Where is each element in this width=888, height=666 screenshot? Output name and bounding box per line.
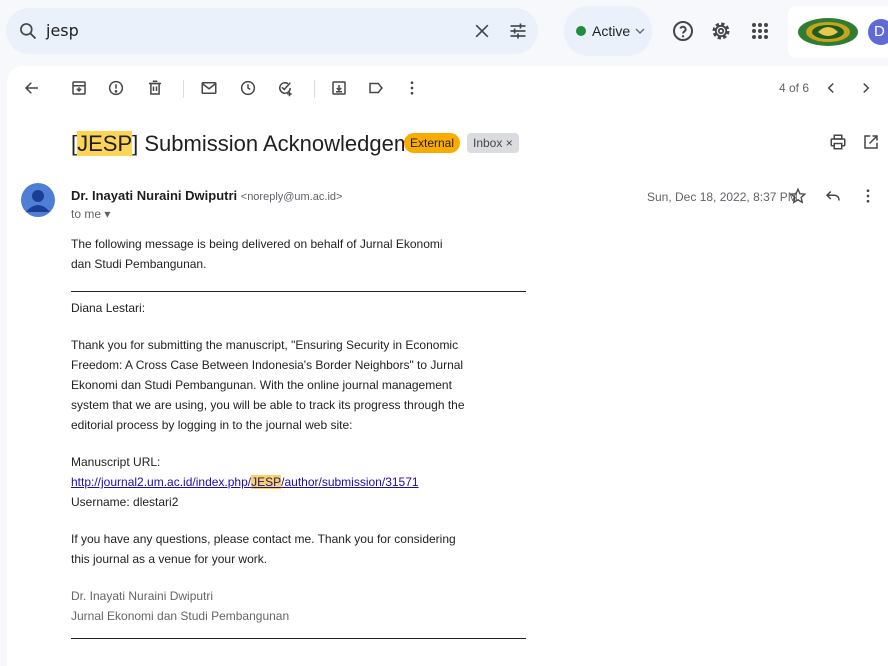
- gear-icon[interactable]: [709, 19, 733, 43]
- status-dot: [576, 26, 586, 36]
- print-icon[interactable]: [829, 133, 847, 151]
- url-prefix[interactable]: http://journal2.um.ac.id/index.php/: [71, 475, 251, 489]
- label-icon[interactable]: [367, 79, 385, 97]
- open-new-window-icon[interactable]: [862, 133, 880, 151]
- more-vert-icon[interactable]: [859, 187, 877, 205]
- closing-text: If you have any questions, please contac…: [71, 532, 456, 566]
- greeting-text: Diana Lestari:: [71, 301, 146, 315]
- email-subject: [JESP] Submission Acknowledgement: [71, 130, 443, 158]
- status-label: Active: [592, 23, 631, 39]
- divider-line: [71, 291, 526, 292]
- top-bar: jesp Active D: [0, 0, 888, 64]
- arrow-left-icon[interactable]: [23, 79, 41, 97]
- email-body: The following message is being delivered…: [71, 234, 531, 639]
- divider-line: [71, 638, 526, 639]
- manuscript-label: Manuscript URL:: [71, 455, 161, 469]
- reply-icon[interactable]: [824, 187, 842, 205]
- apps-grid-icon[interactable]: [748, 19, 772, 43]
- sender-email: <noreply@um.ac.id>: [240, 191, 343, 203]
- toolbar-divider: [183, 80, 184, 98]
- manuscript-url[interactable]: http://journal2.um.ac.id/index.php/JESP/…: [71, 475, 419, 489]
- report-spam-icon[interactable]: [107, 79, 125, 97]
- organization-logo: [796, 16, 860, 48]
- intro-text: The following message is being delivered…: [71, 237, 443, 271]
- subject-highlight: JESP: [77, 131, 133, 156]
- account-avatar[interactable]: D: [868, 19, 888, 45]
- chevron-down-icon: [635, 26, 645, 36]
- help-icon[interactable]: [671, 19, 695, 43]
- archive-icon[interactable]: [70, 79, 88, 97]
- toolbar-divider: [314, 80, 315, 98]
- account-card[interactable]: D: [788, 6, 888, 58]
- search-bar[interactable]: jesp: [6, 8, 538, 54]
- search-icon[interactable]: [18, 21, 38, 41]
- status-selector[interactable]: Active: [564, 6, 652, 56]
- more-vert-icon[interactable]: [403, 79, 421, 97]
- message-toolbar: 4 of 6: [7, 66, 888, 112]
- close-icon[interactable]: [472, 21, 492, 41]
- signature-journal: Jurnal Ekonomi dan Studi Pembangunan: [71, 609, 290, 623]
- chevron-left-icon[interactable]: [822, 79, 840, 97]
- inbox-label-chip[interactable]: Inbox ×: [467, 133, 519, 153]
- message-date: Sun, Dec 18, 2022, 8:37 PM: [647, 190, 798, 204]
- search-input[interactable]: jesp: [46, 21, 79, 40]
- trash-icon[interactable]: [146, 79, 164, 97]
- signature-name: Dr. Inayati Nuraini Dwiputri: [71, 589, 214, 603]
- url-highlight[interactable]: JESP: [251, 475, 282, 489]
- add-task-icon[interactable]: [276, 79, 294, 97]
- tune-icon[interactable]: [508, 21, 528, 41]
- username-text: Username: dlestari2: [71, 495, 179, 509]
- clock-icon[interactable]: [239, 79, 257, 97]
- body-paragraph: Thank you for submitting the manuscript,…: [71, 338, 465, 432]
- sender-avatar: [21, 183, 55, 217]
- move-to-icon[interactable]: [330, 79, 348, 97]
- sender-name: Dr. Inayati Nuraini Dwiputri: [71, 188, 238, 203]
- manuscript-link[interactable]: http://journal2.um.ac.id/index.php/JESP/…: [71, 472, 531, 492]
- star-icon[interactable]: [789, 187, 807, 205]
- mail-icon[interactable]: [200, 79, 218, 97]
- pagination-count: 4 of 6: [779, 81, 810, 95]
- url-suffix[interactable]: /author/submission/31571: [281, 475, 418, 489]
- message-pane: 4 of 6 [JESP] Submission Acknowledgement…: [7, 66, 888, 666]
- external-badge: External: [404, 133, 461, 153]
- sender-line: Dr. Inayati Nuraini Dwiputri <noreply@um…: [71, 188, 342, 203]
- recipient-dropdown[interactable]: to me ▾: [71, 207, 110, 221]
- chevron-right-icon[interactable]: [857, 79, 875, 97]
- recipient-label: to me: [71, 207, 102, 221]
- caret-down-icon: ▾: [104, 207, 111, 221]
- subject-text: ] Submission Acknowledgement: [132, 131, 443, 156]
